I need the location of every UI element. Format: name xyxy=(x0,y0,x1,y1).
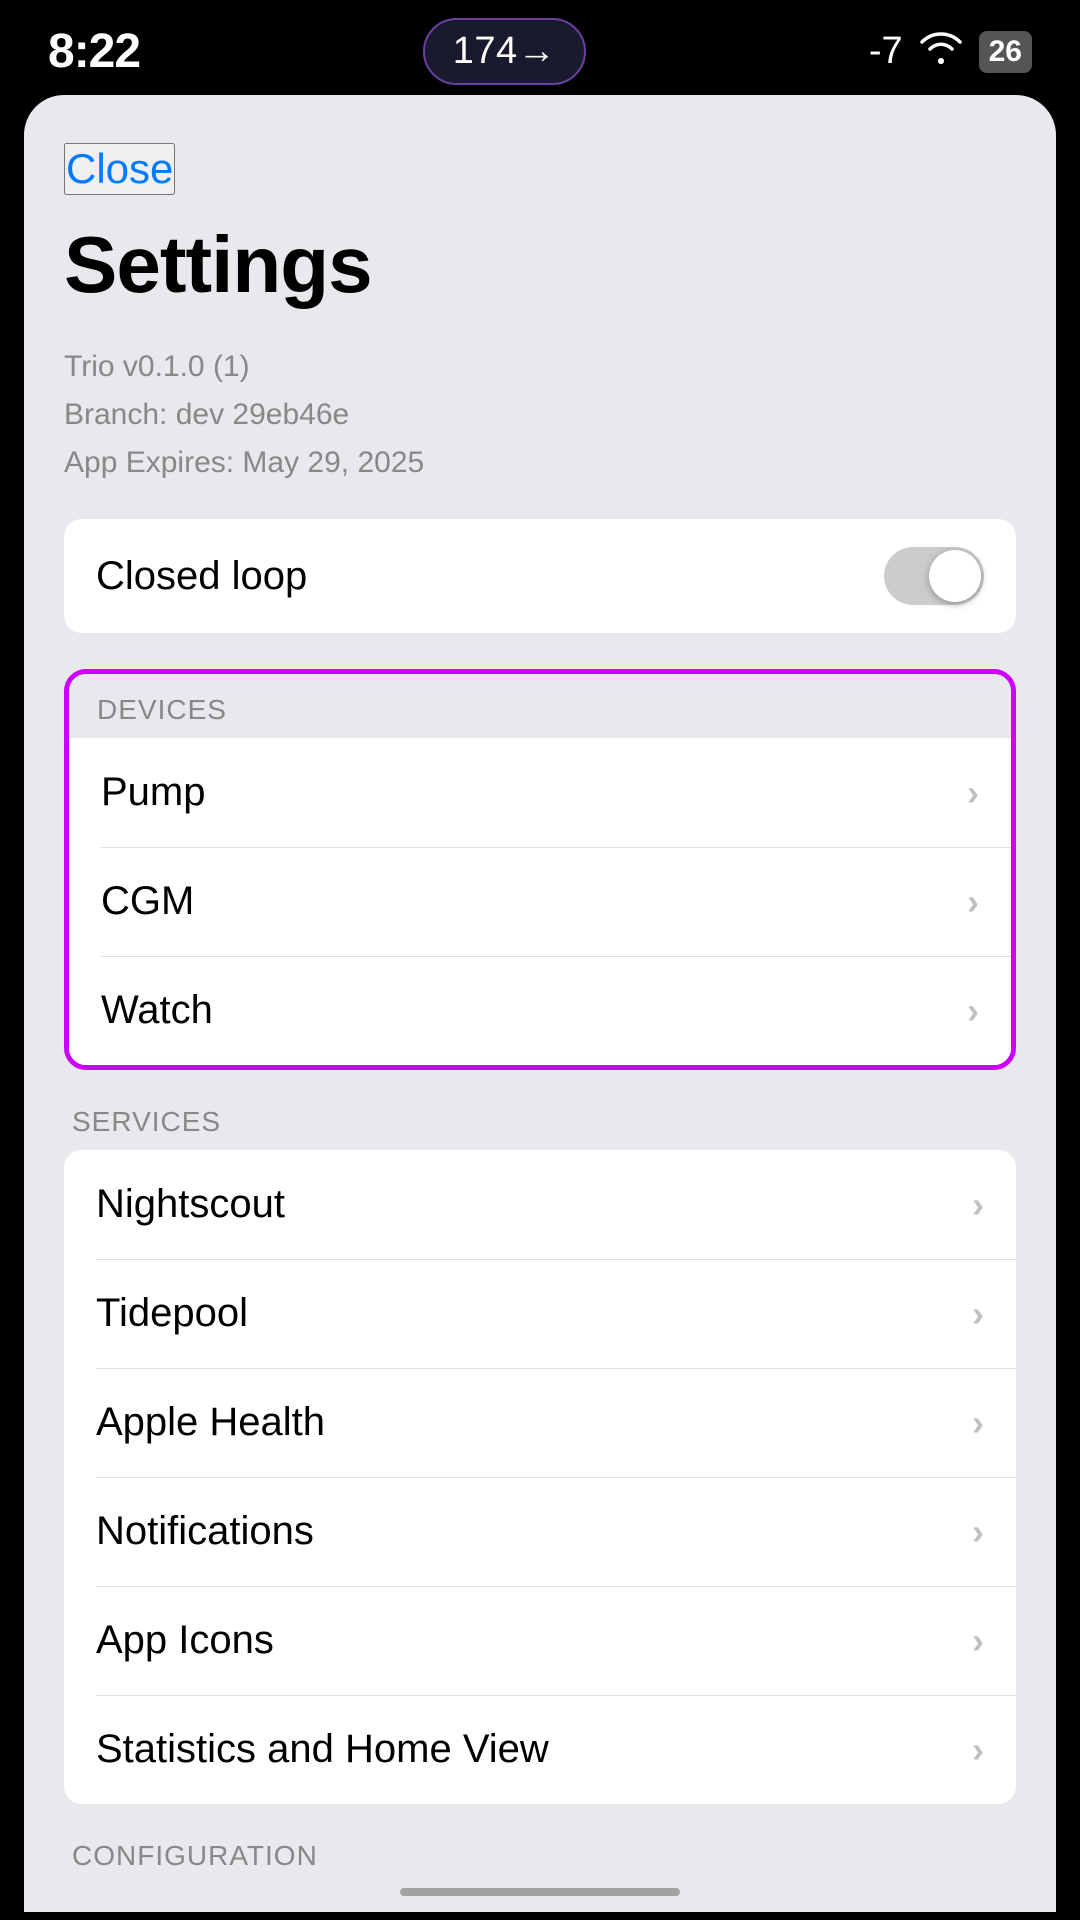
apple-health-item[interactable]: Apple Health › xyxy=(64,1368,1016,1477)
app-version: Trio v0.1.0 (1) xyxy=(64,343,1016,391)
notifications-item[interactable]: Notifications › xyxy=(64,1477,1016,1586)
nightscout-label: Nightscout xyxy=(96,1182,285,1227)
glucose-value: 174→ xyxy=(453,30,556,72)
pump-label: Pump xyxy=(101,770,206,815)
pump-item[interactable]: Pump › xyxy=(69,738,1011,847)
tidepool-label: Tidepool xyxy=(96,1291,248,1336)
battery-badge: 26 xyxy=(979,31,1032,73)
app-icons-item[interactable]: App Icons › xyxy=(64,1586,1016,1695)
wifi-icon xyxy=(919,30,963,74)
app-info: Trio v0.1.0 (1) Branch: dev 29eb46e App … xyxy=(64,343,1016,487)
apple-health-chevron: › xyxy=(972,1402,984,1444)
services-section: SERVICES Nightscout › Tidepool › Apple H… xyxy=(64,1106,1016,1804)
notifications-label: Notifications xyxy=(96,1509,314,1554)
notifications-chevron: › xyxy=(972,1511,984,1553)
statistics-label: Statistics and Home View xyxy=(96,1727,549,1772)
devices-section-inner: DEVICES Pump › CGM › Watch › xyxy=(69,674,1011,1065)
devices-section-box: DEVICES Pump › CGM › Watch › xyxy=(64,669,1016,1070)
configuration-section-header: CONFIGURATION xyxy=(64,1840,1016,1872)
cgm-label: CGM xyxy=(101,879,194,924)
status-time: 8:22 xyxy=(48,24,140,79)
app-icons-chevron: › xyxy=(972,1620,984,1662)
tidepool-chevron: › xyxy=(972,1293,984,1335)
close-button[interactable]: Close xyxy=(64,143,175,195)
tidepool-item[interactable]: Tidepool › xyxy=(64,1259,1016,1368)
toggle-thumb xyxy=(929,550,981,602)
watch-label: Watch xyxy=(101,988,213,1033)
watch-chevron: › xyxy=(967,990,979,1032)
pump-chevron: › xyxy=(967,772,979,814)
glucose-pill: 174→ xyxy=(423,18,586,85)
devices-section-header: DEVICES xyxy=(69,694,1011,726)
status-right: -7 26 xyxy=(869,30,1032,74)
nightscout-chevron: › xyxy=(972,1184,984,1226)
main-card: Close Settings Trio v0.1.0 (1) Branch: d… xyxy=(24,95,1056,1912)
page-title: Settings xyxy=(64,219,1016,311)
services-list: Nightscout › Tidepool › Apple Health › N… xyxy=(64,1150,1016,1804)
statistics-chevron: › xyxy=(972,1729,984,1771)
statistics-item[interactable]: Statistics and Home View › xyxy=(64,1695,1016,1804)
services-section-header: SERVICES xyxy=(64,1106,1016,1138)
app-icons-label: App Icons xyxy=(96,1618,274,1663)
nightscout-item[interactable]: Nightscout › xyxy=(64,1150,1016,1259)
cgm-item[interactable]: CGM › xyxy=(69,847,1011,956)
devices-list: Pump › CGM › Watch › xyxy=(69,738,1011,1065)
glucose-delta: -7 xyxy=(869,30,903,73)
home-indicator xyxy=(400,1888,680,1896)
apple-health-label: Apple Health xyxy=(96,1400,325,1445)
status-bar: 8:22 174→ -7 26 xyxy=(0,0,1080,95)
watch-item[interactable]: Watch › xyxy=(69,956,1011,1065)
cgm-chevron: › xyxy=(967,881,979,923)
closed-loop-label: Closed loop xyxy=(96,554,307,599)
closed-loop-toggle[interactable] xyxy=(884,547,984,605)
closed-loop-row: Closed loop xyxy=(64,519,1016,633)
app-expires: App Expires: May 29, 2025 xyxy=(64,439,1016,487)
app-branch: Branch: dev 29eb46e xyxy=(64,391,1016,439)
battery-level: 26 xyxy=(989,35,1022,68)
